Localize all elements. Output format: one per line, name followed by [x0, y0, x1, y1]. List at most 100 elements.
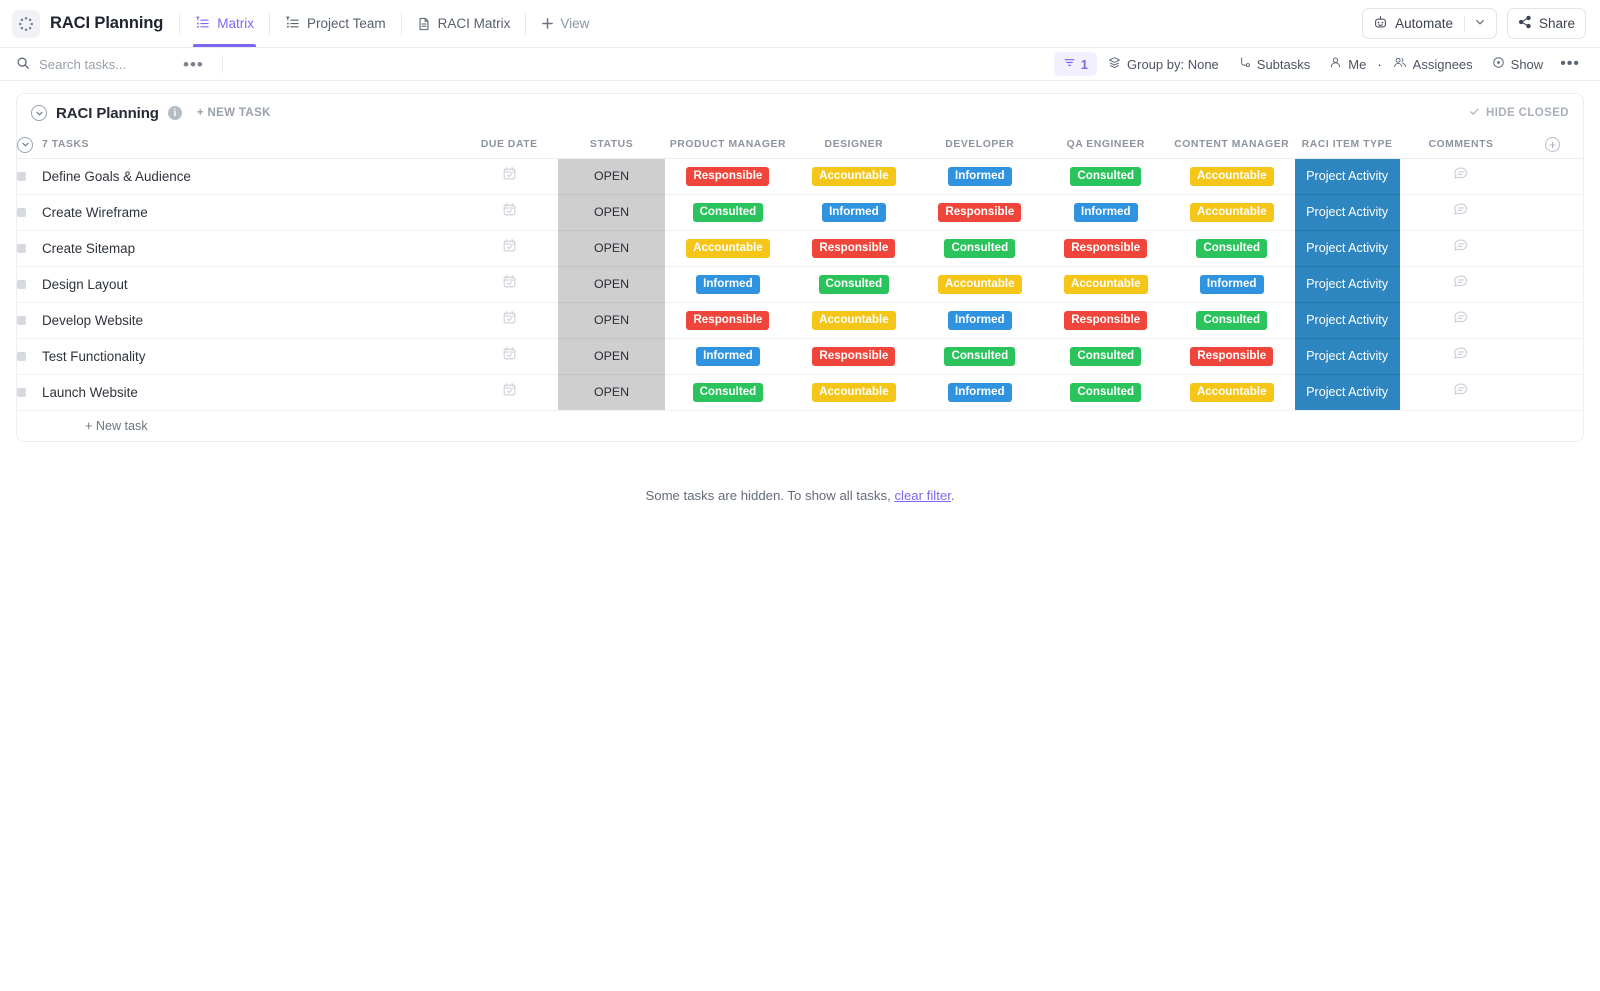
due-date-cell[interactable]	[460, 338, 559, 375]
designer-cell[interactable]: Accountable	[790, 158, 917, 195]
comments-cell[interactable]	[1399, 158, 1523, 195]
add-task-row[interactable]: + New task	[17, 410, 1583, 441]
column-header-raci-item-type[interactable]: RACI ITEM TYPE	[1294, 132, 1400, 159]
status-cell[interactable]: OPEN	[558, 302, 665, 339]
table-row[interactable]: Create Sitemap OPEN Accountable Responsi…	[17, 230, 1583, 267]
designer-cell[interactable]: Responsible	[790, 230, 917, 267]
task-status-square-icon[interactable]	[17, 351, 26, 361]
product-manager-cell[interactable]: Responsible	[664, 302, 791, 339]
content-manager-cell[interactable]: Consulted	[1168, 230, 1295, 267]
search-more-button[interactable]: •••	[179, 56, 208, 73]
task-status-square-icon[interactable]	[17, 207, 26, 217]
content-manager-cell[interactable]: Informed	[1168, 266, 1295, 303]
calendar-icon[interactable]	[502, 311, 517, 329]
designer-cell[interactable]: Consulted	[790, 266, 917, 303]
column-header-status[interactable]: STATUS	[558, 132, 665, 159]
status-cell[interactable]: OPEN	[558, 158, 665, 195]
raci-item-type-cell[interactable]: Project Activity	[1294, 338, 1400, 375]
group-by-button[interactable]: Group by: None	[1100, 52, 1227, 76]
clear-filter-link[interactable]: clear filter	[894, 488, 950, 503]
calendar-icon[interactable]	[502, 347, 517, 365]
developer-cell[interactable]: Informed	[916, 302, 1043, 339]
table-row[interactable]: Define Goals & Audience OPEN Responsible…	[17, 158, 1583, 195]
chevron-down-icon[interactable]	[1474, 16, 1486, 31]
due-date-cell[interactable]	[460, 374, 559, 411]
developer-cell[interactable]: Accountable	[916, 266, 1043, 303]
column-header-content-manager[interactable]: CONTENT MANAGER	[1168, 132, 1295, 159]
comments-cell[interactable]	[1399, 266, 1523, 303]
raci-item-type-cell[interactable]: Project Activity	[1294, 158, 1400, 195]
tab-raci-matrix[interactable]: RACI Matrix	[404, 0, 524, 47]
raci-item-type-cell[interactable]: Project Activity	[1294, 374, 1400, 411]
content-manager-cell[interactable]: Consulted	[1168, 302, 1295, 339]
comment-bubble-icon[interactable]	[1452, 382, 1470, 403]
content-manager-cell[interactable]: Responsible	[1168, 338, 1295, 375]
qa-engineer-cell[interactable]: Consulted	[1042, 338, 1169, 375]
calendar-icon[interactable]	[502, 275, 517, 293]
product-manager-cell[interactable]: Informed	[664, 338, 791, 375]
raci-item-type-cell[interactable]: Project Activity	[1294, 302, 1400, 339]
assignees-button[interactable]: Assignees	[1385, 52, 1481, 76]
show-button[interactable]: Show	[1484, 52, 1552, 76]
task-status-square-icon[interactable]	[17, 279, 26, 289]
comment-bubble-icon[interactable]	[1452, 274, 1470, 295]
status-cell[interactable]: OPEN	[558, 194, 665, 231]
collapse-group-icon[interactable]	[31, 105, 47, 121]
task-name-cell[interactable]: Design Layout	[17, 266, 461, 303]
due-date-cell[interactable]	[460, 266, 559, 303]
add-column-icon[interactable]: +	[1545, 137, 1561, 153]
designer-cell[interactable]: Responsible	[790, 338, 917, 375]
due-date-cell[interactable]	[460, 194, 559, 231]
developer-cell[interactable]: Informed	[916, 374, 1043, 411]
comments-cell[interactable]	[1399, 302, 1523, 339]
table-row[interactable]: Create Wireframe OPEN Consulted Informed…	[17, 194, 1583, 231]
comments-cell[interactable]	[1399, 194, 1523, 231]
clickup-dots-logo-icon[interactable]	[12, 9, 40, 38]
task-name-cell[interactable]: Launch Website	[17, 374, 461, 411]
automate-button[interactable]: Automate	[1362, 8, 1497, 39]
comment-bubble-icon[interactable]	[1452, 346, 1470, 367]
product-manager-cell[interactable]: Consulted	[664, 194, 791, 231]
task-name-cell[interactable]: Define Goals & Audience	[17, 158, 461, 195]
status-cell[interactable]: OPEN	[558, 374, 665, 411]
designer-cell[interactable]: Accountable	[790, 302, 917, 339]
new-task-button[interactable]: + NEW TASK	[197, 107, 271, 119]
due-date-cell[interactable]	[460, 158, 559, 195]
task-name-cell[interactable]: Test Functionality	[17, 338, 461, 375]
column-header-due-date[interactable]: DUE DATE	[460, 132, 559, 159]
status-cell[interactable]: OPEN	[558, 266, 665, 303]
filter-count-chip[interactable]: 1	[1053, 52, 1097, 76]
content-manager-cell[interactable]: Accountable	[1168, 194, 1295, 231]
column-header-comments[interactable]: COMMENTS	[1399, 132, 1523, 159]
due-date-cell[interactable]	[460, 230, 559, 267]
comments-cell[interactable]	[1399, 230, 1523, 267]
qa-engineer-cell[interactable]: Consulted	[1042, 158, 1169, 195]
designer-cell[interactable]: Accountable	[790, 374, 917, 411]
hide-closed-button[interactable]: HIDE CLOSED	[1469, 106, 1569, 120]
raci-item-type-cell[interactable]: Project Activity	[1294, 194, 1400, 231]
add-view-button[interactable]: View	[528, 0, 602, 47]
collapse-rows-icon[interactable]	[17, 136, 33, 153]
calendar-icon[interactable]	[502, 239, 517, 257]
task-name-cell[interactable]: Create Wireframe	[17, 194, 461, 231]
comments-cell[interactable]	[1399, 338, 1523, 375]
task-status-square-icon[interactable]	[17, 315, 26, 325]
content-manager-cell[interactable]: Accountable	[1168, 374, 1295, 411]
table-row[interactable]: Test Functionality OPEN Informed Respons…	[17, 338, 1583, 375]
comments-cell[interactable]	[1399, 374, 1523, 411]
designer-cell[interactable]: Informed	[790, 194, 917, 231]
task-name-cell[interactable]: Create Sitemap	[17, 230, 461, 267]
status-cell[interactable]: OPEN	[558, 338, 665, 375]
status-cell[interactable]: OPEN	[558, 230, 665, 267]
product-manager-cell[interactable]: Consulted	[664, 374, 791, 411]
table-row[interactable]: Design Layout OPEN Informed Consulted Ac…	[17, 266, 1583, 303]
calendar-icon[interactable]	[502, 167, 517, 185]
developer-cell[interactable]: Consulted	[916, 230, 1043, 267]
developer-cell[interactable]: Consulted	[916, 338, 1043, 375]
column-header-product-manager[interactable]: PRODUCT MANAGER	[664, 132, 791, 159]
me-filter-button[interactable]: Me	[1321, 52, 1374, 76]
column-header-qa-engineer[interactable]: QA ENGINEER	[1042, 132, 1169, 159]
table-row[interactable]: Launch Website OPEN Consulted Accountabl…	[17, 374, 1583, 411]
info-icon[interactable]: i	[167, 106, 182, 120]
qa-engineer-cell[interactable]: Responsible	[1042, 302, 1169, 339]
